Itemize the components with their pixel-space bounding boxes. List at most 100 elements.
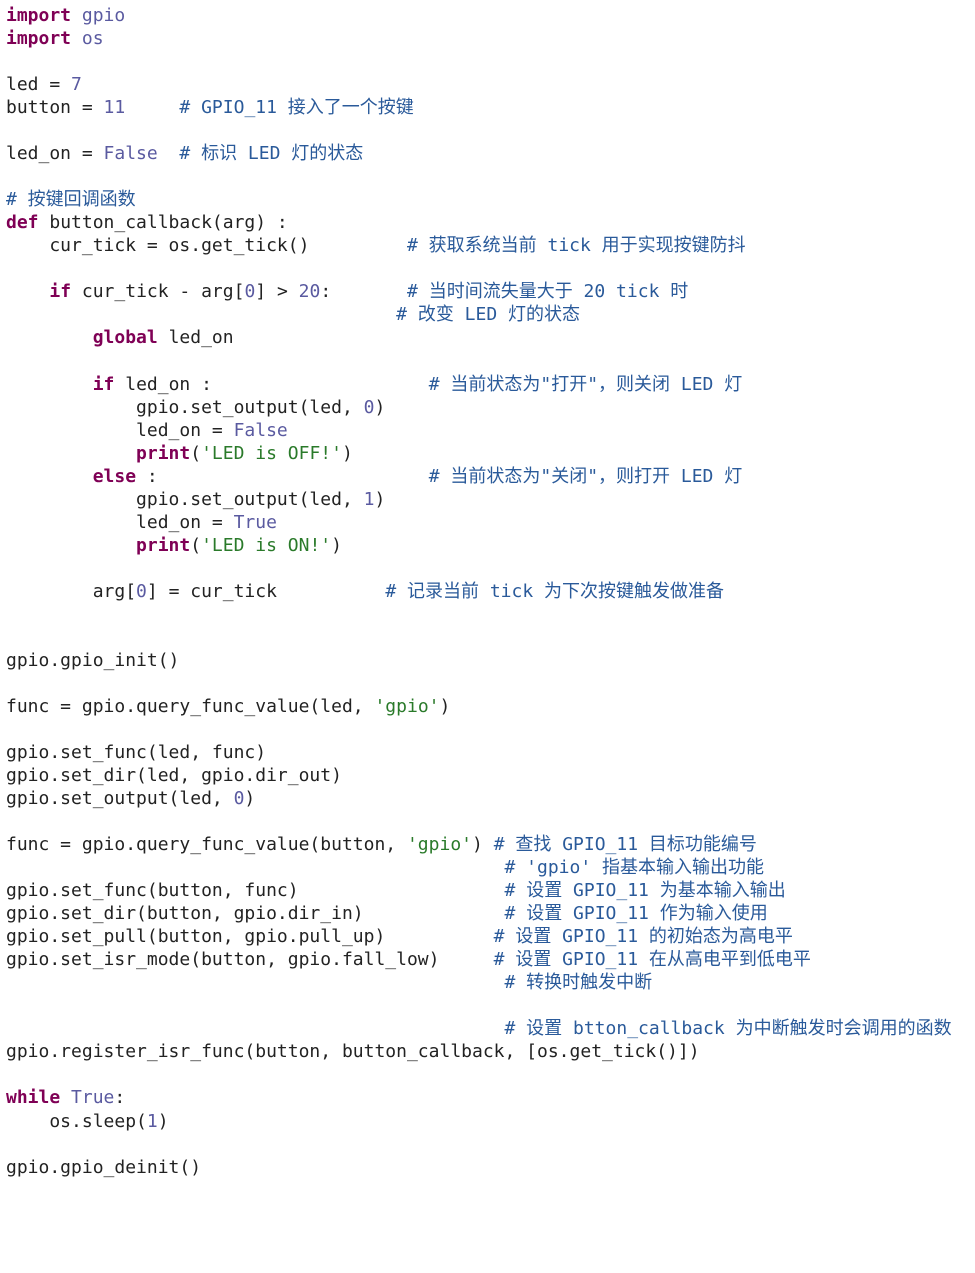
- colon: :: [114, 1087, 125, 1108]
- builtin-print: print: [136, 535, 190, 556]
- code-text: gpio.set_func(led, func): [6, 742, 266, 763]
- code-block: import gpio import os led = 7 button = 1…: [0, 0, 975, 1183]
- code-text: ] >: [255, 281, 298, 302]
- code-text: gpio.register_isr_func(button, button_ca…: [6, 1041, 700, 1062]
- comment: # 设置 GPIO_11 在从高电平到低电平: [494, 949, 811, 970]
- code-text: func = gpio.query_func_value(button,: [6, 834, 407, 855]
- code-text: gpio.set_output(led,: [6, 489, 364, 510]
- code-line: import os: [6, 28, 104, 49]
- code-text: os.sleep(: [6, 1111, 147, 1132]
- code-line: print('LED is OFF!'): [6, 443, 353, 464]
- code-text: :: [320, 281, 331, 302]
- number-literal: 1: [364, 489, 375, 510]
- code-line: gpio.set_output(led, 0): [6, 397, 385, 418]
- string-literal: 'LED is OFF!': [201, 443, 342, 464]
- keyword-while: while: [6, 1087, 60, 1108]
- code-text: led_on =: [6, 143, 104, 164]
- comment: # 当前状态为"关闭"，则打开 LED 灯: [429, 466, 743, 487]
- code-text: led =: [6, 74, 71, 95]
- code-line: # 改变 LED 灯的状态: [6, 304, 580, 325]
- paren: ): [342, 443, 353, 464]
- number-literal: 1: [147, 1111, 158, 1132]
- code-line: gpio.gpio_init(): [6, 650, 179, 671]
- code-text: :: [136, 466, 158, 487]
- code-line: # 按键回调函数: [6, 189, 136, 210]
- code-line: gpio.set_output(led, 1): [6, 489, 385, 510]
- code-line: else : # 当前状态为"关闭"，则打开 LED 灯: [6, 466, 742, 487]
- paren: (: [190, 535, 201, 556]
- bool-literal: False: [234, 420, 288, 441]
- code-line: button = 11 # GPIO_11 接入了一个按键: [6, 97, 414, 118]
- code-line: led = 7: [6, 74, 82, 95]
- comment: # 设置 btton_callback 为中断触发时会调用的函数: [505, 1018, 952, 1039]
- code-text: button =: [6, 97, 104, 118]
- code-line: if led_on : # 当前状态为"打开"，则关闭 LED 灯: [6, 374, 742, 395]
- code-line: gpio.set_dir(button, gpio.dir_in) # 设置 G…: [6, 903, 768, 924]
- code-line: led_on = True: [6, 512, 277, 533]
- bool-literal: True: [71, 1087, 114, 1108]
- code-text: gpio.set_func(button, func): [6, 880, 299, 901]
- code-text: led_on :: [114, 374, 212, 395]
- keyword-def: def: [6, 212, 39, 233]
- code-line: while True:: [6, 1087, 125, 1108]
- code-text: gpio.set_dir(led, gpio.dir_out): [6, 765, 342, 786]
- code-line: gpio.set_isr_mode(button, gpio.fall_low)…: [6, 949, 811, 970]
- code-text: gpio.set_output(led,: [6, 788, 234, 809]
- paren: (: [190, 443, 201, 464]
- code-line: gpio.set_func(led, func): [6, 742, 266, 763]
- code-text: gpio.set_pull(button, gpio.pull_up): [6, 926, 385, 947]
- code-line: cur_tick = os.get_tick() # 获取系统当前 tick 用…: [6, 235, 746, 256]
- number-literal: 20: [299, 281, 321, 302]
- string-literal: 'gpio': [374, 696, 439, 717]
- code-line: led_on = False: [6, 420, 288, 441]
- code-text: ): [374, 397, 385, 418]
- function-signature: button_callback(arg) :: [39, 212, 288, 233]
- builtin-print: print: [136, 443, 190, 464]
- number-literal: 0: [234, 788, 245, 809]
- code-text: ): [158, 1111, 169, 1132]
- code-text: ): [244, 788, 255, 809]
- code-line: led_on = False # 标识 LED 灯的状态: [6, 143, 363, 164]
- code-text: cur_tick - arg[: [71, 281, 244, 302]
- number-literal: 0: [244, 281, 255, 302]
- bool-literal: False: [104, 143, 158, 164]
- code-text: led_on =: [6, 420, 234, 441]
- comment: # 转换时触发中断: [505, 972, 653, 993]
- comment: # 设置 GPIO_11 作为输入使用: [505, 903, 768, 924]
- code-line: # 'gpio' 指基本输入输出功能: [6, 857, 764, 878]
- number-literal: 0: [136, 581, 147, 602]
- code-line: func = gpio.query_func_value(led, 'gpio'…: [6, 696, 450, 717]
- code-line: # 设置 btton_callback 为中断触发时会调用的函数: [6, 1018, 952, 1039]
- comment: # 按键回调函数: [6, 189, 136, 210]
- code-line: print('LED is ON!'): [6, 535, 342, 556]
- keyword-import: import: [6, 5, 71, 26]
- space: [60, 1087, 71, 1108]
- keyword-import: import: [6, 28, 71, 49]
- code-line: func = gpio.query_func_value(button, 'gp…: [6, 834, 757, 855]
- string-literal: 'LED is ON!': [201, 535, 331, 556]
- comment: # GPIO_11 接入了一个按键: [179, 97, 413, 118]
- module-name: os: [82, 28, 104, 49]
- code-text: gpio.set_output(led,: [6, 397, 364, 418]
- comment: # 'gpio' 指基本输入输出功能: [505, 857, 765, 878]
- code-line: gpio.register_isr_func(button, button_ca…: [6, 1041, 700, 1062]
- number-literal: 11: [104, 97, 126, 118]
- comment: # 改变 LED 灯的状态: [396, 304, 580, 325]
- paren: ): [331, 535, 342, 556]
- code-text: ): [374, 489, 385, 510]
- code-text: led_on =: [6, 512, 234, 533]
- comment: # 标识 LED 灯的状态: [179, 143, 363, 164]
- code-text: gpio.gpio_deinit(): [6, 1157, 201, 1178]
- code-line: os.sleep(1): [6, 1111, 169, 1132]
- comment: # 当时间流失量大于 20 tick 时: [407, 281, 688, 302]
- code-text: arg[: [6, 581, 136, 602]
- code-text: ): [472, 834, 483, 855]
- keyword-if: if: [49, 281, 71, 302]
- code-line: def button_callback(arg) :: [6, 212, 288, 233]
- code-line: gpio.set_pull(button, gpio.pull_up) # 设置…: [6, 926, 793, 947]
- comment: # 设置 GPIO_11 的初始态为高电平: [494, 926, 793, 947]
- code-text: gpio.gpio_init(): [6, 650, 179, 671]
- code-line: gpio.set_dir(led, gpio.dir_out): [6, 765, 342, 786]
- comment: # 记录当前 tick 为下次按键触发做准备: [385, 581, 724, 602]
- comment: # 获取系统当前 tick 用于实现按键防抖: [407, 235, 746, 256]
